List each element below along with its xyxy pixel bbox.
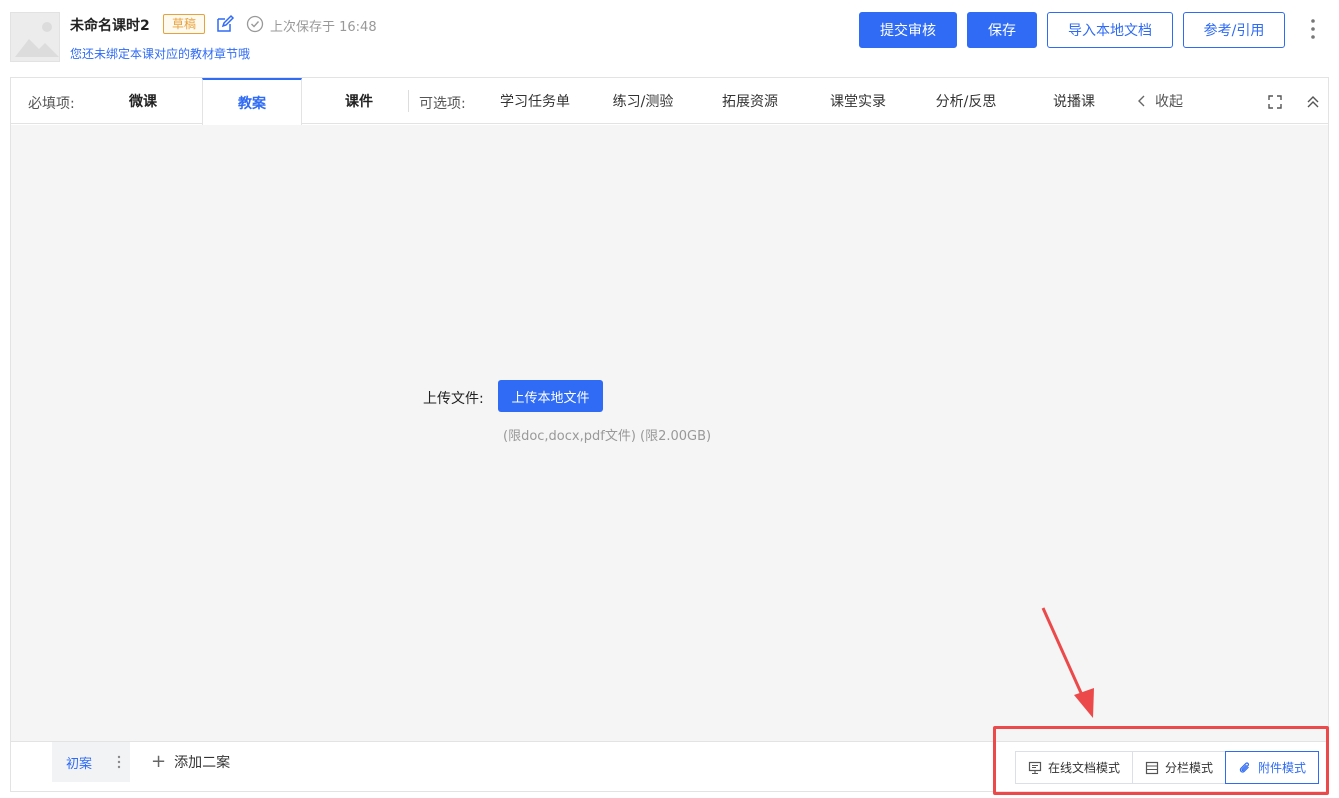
attachment-mode-label: 附件模式 xyxy=(1257,761,1306,775)
image-placeholder-icon xyxy=(11,13,59,61)
bind-textbook-link[interactable]: 您还未绑定本课对应的教材章节哦 xyxy=(70,45,250,62)
view-mode-group: 在线文档模式 分栏模式 附件模式 xyxy=(1015,751,1320,784)
add-second-plan-button[interactable]: + 添加二案 xyxy=(151,742,230,782)
upload-area: 上传文件: 上传本地文件 (限doc,docx,pdf文件) (限2.00GB) xyxy=(11,125,1328,741)
column-mode-button[interactable]: 分栏模式 xyxy=(1132,751,1226,784)
attachment-mode-button[interactable]: 附件模式 xyxy=(1225,751,1319,784)
monitor-icon xyxy=(1028,761,1042,774)
reference-button[interactable]: 参考/引用 xyxy=(1183,12,1285,48)
collapse-button[interactable]: 收起 xyxy=(1135,78,1183,124)
columns-icon xyxy=(1145,761,1159,774)
fullscreen-icon[interactable] xyxy=(1267,94,1283,110)
plus-icon: + xyxy=(151,750,167,772)
tab-divider xyxy=(408,90,409,112)
upload-local-file-button[interactable]: 上传本地文件 xyxy=(498,380,603,412)
lesson-title: 未命名课时2 xyxy=(70,18,150,34)
online-doc-mode-button[interactable]: 在线文档模式 xyxy=(1015,751,1133,784)
edit-icon[interactable] xyxy=(215,14,235,34)
collapse-label: 收起 xyxy=(1155,94,1183,110)
page-header: 未命名课时2 草稿 上次保存于 16:48 您还未绑定本课对应的教材章节哦 提交… xyxy=(0,0,1339,76)
chevron-left-icon xyxy=(1138,95,1145,107)
check-circle-icon xyxy=(246,15,264,33)
tab-exercise[interactable]: 练习/测验 xyxy=(593,78,693,124)
last-saved-text: 上次保存于 16:48 xyxy=(270,20,377,35)
tab-lecture[interactable]: 说播课 xyxy=(1024,78,1124,124)
bottom-bar: 初案 + 添加二案 在线文档模式 分栏模式 附件模式 xyxy=(11,741,1328,791)
tab-analysis[interactable]: 分析/反思 xyxy=(916,78,1016,124)
tab-courseware[interactable]: 课件 xyxy=(309,78,409,124)
more-vertical-icon[interactable] xyxy=(1304,16,1322,42)
course-thumbnail[interactable] xyxy=(10,12,60,62)
tab-class-record[interactable]: 课堂实录 xyxy=(808,78,908,124)
paperclip-icon xyxy=(1239,761,1249,773)
import-local-doc-button[interactable]: 导入本地文档 xyxy=(1047,12,1173,48)
online-doc-mode-label: 在线文档模式 xyxy=(1047,761,1120,775)
tab-teaching-plan[interactable]: 教案 xyxy=(202,78,302,125)
status-badge: 草稿 xyxy=(163,14,205,34)
upload-limit-text: (限doc,docx,pdf文件) (限2.00GB) xyxy=(503,429,712,444)
draft-plan-tab[interactable]: 初案 xyxy=(52,742,130,782)
tab-bar: 必填项: 微课 教案 课件 可选项: 学习任务单 练习/测验 拓展资源 课堂实录… xyxy=(11,78,1328,125)
upload-file-label: 上传文件: xyxy=(423,391,484,407)
save-button[interactable]: 保存 xyxy=(967,12,1037,48)
editor-panel: 必填项: 微课 教案 课件 可选项: 学习任务单 练习/测验 拓展资源 课堂实录… xyxy=(10,77,1329,792)
required-label: 必填项: xyxy=(28,96,75,112)
submit-review-button[interactable]: 提交审核 xyxy=(859,12,957,48)
tab-micro-lesson[interactable]: 微课 xyxy=(93,78,193,124)
tab-extended-resources[interactable]: 拓展资源 xyxy=(700,78,800,124)
add-plan-label: 添加二案 xyxy=(174,755,231,771)
optional-label: 可选项: xyxy=(419,96,466,112)
column-mode-label: 分栏模式 xyxy=(1164,761,1213,775)
chevron-up-icon[interactable] xyxy=(1305,94,1321,110)
tab-task-sheet[interactable]: 学习任务单 xyxy=(485,78,585,124)
draft-plan-label: 初案 xyxy=(66,756,93,772)
more-vertical-icon[interactable] xyxy=(116,754,122,770)
